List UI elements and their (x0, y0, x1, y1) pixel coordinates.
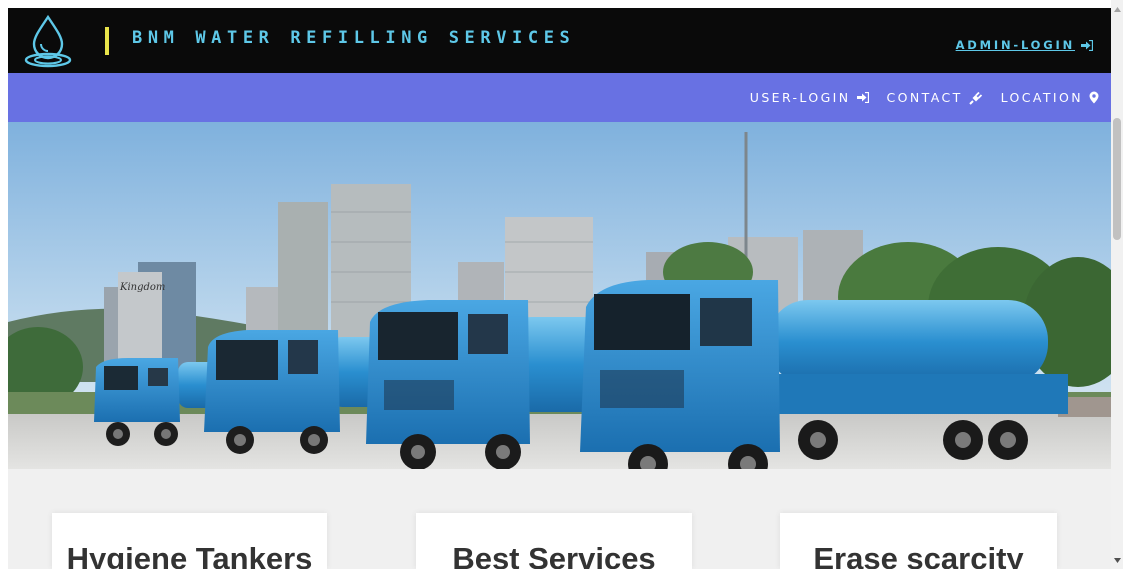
admin-login-label: ADMIN-LOGIN (955, 38, 1075, 52)
nav-location[interactable]: LOCATION (1001, 90, 1099, 105)
sign-in-icon (1081, 39, 1093, 51)
water-drop-icon[interactable] (22, 13, 74, 69)
main-navbar: USER-LOGIN CONTACT LOCATION (8, 73, 1111, 122)
nav-user-login-label: USER-LOGIN (749, 90, 851, 105)
feature-title: Best Services (452, 541, 656, 569)
plug-icon (968, 91, 982, 105)
brand-divider (105, 27, 109, 55)
top-header: BNM WATER REFILLING SERVICES ADMIN-LOGIN (8, 8, 1111, 73)
nav-location-label: LOCATION (1000, 90, 1083, 105)
scrollbar-thumb[interactable] (1113, 118, 1121, 240)
page: BNM WATER REFILLING SERVICES ADMIN-LOGIN… (8, 8, 1111, 569)
hero-image: Kingdom (8, 122, 1111, 469)
nav-contact-label: CONTACT (886, 90, 963, 105)
map-marker-icon (1089, 91, 1099, 104)
feature-card-hygiene: Hygiene Tankers (52, 513, 327, 569)
scroll-down-arrow-icon[interactable] (1111, 553, 1123, 567)
nav-user-login[interactable]: USER-LOGIN (750, 90, 869, 105)
feature-title: Erase scarcity (813, 541, 1024, 569)
sign-in-icon (856, 92, 869, 103)
hero-banner: Kingdom (8, 122, 1111, 469)
scroll-up-arrow-icon[interactable] (1111, 2, 1123, 16)
vertical-scrollbar[interactable] (1111, 0, 1123, 569)
nav-contact[interactable]: CONTACT (887, 90, 983, 105)
feature-card-services: Best Services (416, 513, 692, 569)
admin-login-link[interactable]: ADMIN-LOGIN (956, 38, 1093, 52)
feature-card-scarcity: Erase scarcity (780, 513, 1057, 569)
hero-sign-text: Kingdom (119, 282, 165, 293)
brand-title[interactable]: BNM WATER REFILLING SERVICES (132, 28, 575, 48)
feature-title: Hygiene Tankers (66, 541, 313, 569)
nav-links: USER-LOGIN CONTACT LOCATION (750, 73, 1099, 122)
